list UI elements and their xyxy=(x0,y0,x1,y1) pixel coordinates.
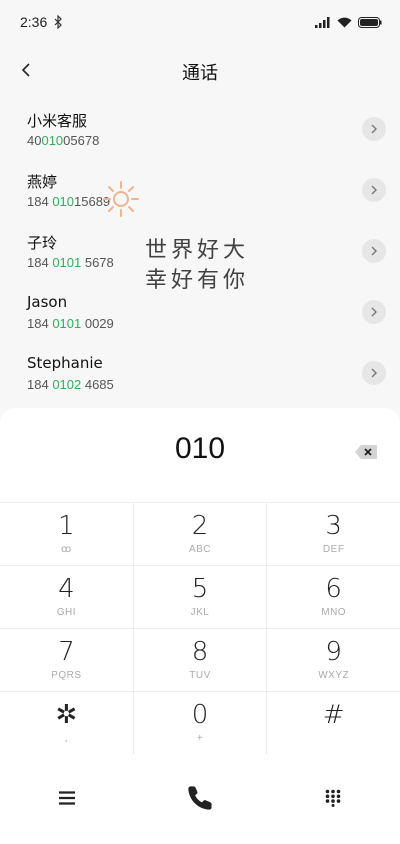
status-bar: 2:36 xyxy=(0,0,400,44)
battery-icon xyxy=(358,16,382,28)
backspace-icon[interactable] xyxy=(354,444,378,460)
contact-name: 子玲 xyxy=(27,234,58,252)
key-7[interactable]: 7 PQRS xyxy=(0,629,133,691)
contact-row[interactable]: 子玲 184 0101 5678 xyxy=(0,220,400,281)
contact-name: Jason xyxy=(27,293,68,311)
bottom-bar xyxy=(0,768,400,828)
menu-icon xyxy=(58,791,75,805)
contact-row[interactable]: Jason 184 0101 0029 xyxy=(0,281,400,342)
wifi-icon xyxy=(337,17,352,27)
contact-detail-button[interactable] xyxy=(362,178,386,202)
chevron-right-icon xyxy=(371,368,377,378)
contact-number: 184 0102 4685 xyxy=(27,377,114,392)
contact-number: 4001005678 xyxy=(27,133,100,148)
contact-number: 184 0101 5678 xyxy=(27,255,114,270)
call-button[interactable] xyxy=(180,778,220,818)
key-9[interactable]: 9 WXYZ xyxy=(266,629,400,691)
voicemail-icon: ꝏ xyxy=(60,544,72,555)
page-title: 通话 xyxy=(182,63,218,84)
contact-row[interactable]: Stephanie 184 0102 4685 xyxy=(0,342,400,403)
chevron-right-icon xyxy=(371,307,377,317)
chevron-right-icon xyxy=(371,246,377,256)
key-4[interactable]: 4 GHI xyxy=(0,566,133,628)
keypad: 1ꝏ 2 ABC 3 DEF 4 GHI 5 JKL 6 MNO 7 PQRS 8 TUV 9… xyxy=(0,502,400,754)
key-hash[interactable]: # xyxy=(266,692,400,754)
contact-detail-button[interactable] xyxy=(362,239,386,263)
contact-row[interactable]: 小米客服 4001005678 xyxy=(0,98,400,159)
key-1[interactable]: 1ꝏ xyxy=(0,503,133,565)
signal-icon xyxy=(315,16,330,28)
key-0[interactable]: 0 + xyxy=(132,692,267,754)
contact-detail-button[interactable] xyxy=(362,361,386,385)
dialed-number: 010 xyxy=(174,432,226,465)
contact-row[interactable]: 燕婷 184 01015689 xyxy=(0,159,400,220)
contact-list: 小米客服 4001005678 燕婷 184 01015689 子玲 184 0… xyxy=(0,98,400,403)
menu-button[interactable] xyxy=(47,778,87,818)
dialpad-toggle-button[interactable] xyxy=(313,778,353,818)
key-8[interactable]: 8 TUV xyxy=(132,629,267,691)
key-5[interactable]: 5 JKL xyxy=(132,566,267,628)
phone-icon xyxy=(188,786,212,810)
contact-detail-button[interactable] xyxy=(362,117,386,141)
dialpad-icon xyxy=(326,789,341,807)
chevron-right-icon xyxy=(371,185,377,195)
contact-number: 184 0101 0029 xyxy=(27,316,114,331)
dialer-panel: 010 1ꝏ 2 ABC 3 DEF 4 GHI 5 JKL 6 MNO 7 PQRS 8T… xyxy=(0,408,400,844)
key-star[interactable]: ✲, xyxy=(0,692,133,754)
chevron-right-icon xyxy=(371,124,377,134)
bluetooth-icon xyxy=(54,15,63,29)
key-6[interactable]: 6 MNO xyxy=(266,566,400,628)
contact-name: 小米客服 xyxy=(27,112,88,130)
key-3[interactable]: 3 DEF xyxy=(266,503,400,565)
contact-name: Stephanie xyxy=(27,354,103,372)
contact-number: 184 01015689 xyxy=(27,194,111,209)
key-2[interactable]: 2 ABC xyxy=(132,503,267,565)
contact-name: 燕婷 xyxy=(27,173,58,191)
status-time: 2:36 xyxy=(20,14,48,30)
contact-detail-button[interactable] xyxy=(362,300,386,324)
header: 通话 xyxy=(0,44,400,98)
